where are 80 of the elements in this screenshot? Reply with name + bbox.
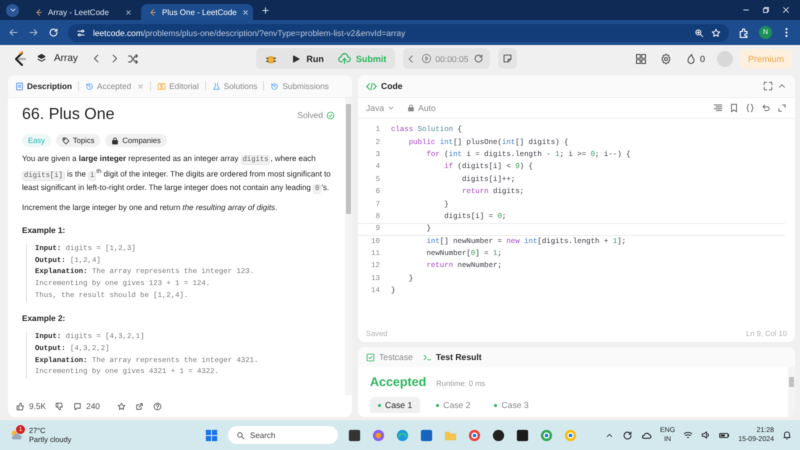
settings-icon[interactable] — [660, 52, 672, 64]
address-bar[interactable]: leetcode.com/problems/plus-one/description/?envType=problem-list-v2&envId=array — [68, 24, 729, 42]
circle-app-icon[interactable] — [539, 428, 554, 442]
tag-icon — [62, 136, 70, 144]
chevron-down-icon — [387, 104, 396, 112]
layout-icon[interactable] — [634, 52, 647, 64]
reset-icon[interactable] — [473, 53, 484, 64]
panel-tab[interactable]: Description — [12, 80, 76, 92]
thumbs-up-icon — [16, 402, 25, 410]
cloud-upload-icon — [338, 52, 351, 65]
chevron-down-icon — [8, 6, 16, 14]
run-button[interactable]: Run — [285, 49, 330, 68]
browser-tab[interactable]: Plus One - LeetCode — [141, 4, 253, 20]
problem-list-icon — [36, 53, 47, 64]
braces-icon[interactable] — [745, 103, 755, 113]
site-settings-icon[interactable] — [76, 28, 86, 38]
search-icon — [236, 430, 245, 440]
sync-icon[interactable] — [622, 430, 634, 440]
share-icon[interactable] — [134, 402, 144, 410]
zoom-icon[interactable] — [694, 28, 704, 38]
oval-app-icon[interactable] — [491, 428, 506, 442]
note-icon — [502, 53, 514, 64]
verdict: Accepted — [370, 375, 426, 389]
bell-icon[interactable] — [782, 430, 792, 440]
case-tab[interactable]: Case 1 — [370, 397, 420, 413]
fullscreen-icon[interactable] — [763, 81, 773, 91]
tab-search-button[interactable] — [6, 4, 19, 16]
wifi-icon[interactable] — [683, 430, 694, 440]
book-icon — [157, 82, 166, 90]
case-tab[interactable]: Case 2 — [428, 397, 478, 413]
problem-title: 66. Plus One — [22, 106, 114, 124]
example-heading: Example 1: — [22, 226, 66, 235]
panel-tab[interactable]: Test Result — [422, 352, 482, 362]
scrollbar[interactable] — [788, 367, 795, 417]
lock-icon — [111, 136, 120, 144]
undo-icon[interactable] — [761, 103, 771, 113]
forward-arrow-icon[interactable] — [28, 27, 39, 38]
checkbox-icon — [366, 352, 375, 362]
expand-icon[interactable] — [777, 103, 787, 113]
comments-button[interactable]: 240 — [73, 401, 100, 411]
case-tab[interactable]: Case 3 — [486, 397, 537, 413]
back-arrow-icon[interactable] — [8, 27, 19, 38]
like-button[interactable]: 9.5K — [16, 401, 46, 411]
browser-tab[interactable]: Array - LeetCode — [27, 4, 139, 20]
speech-bubble-icon — [73, 402, 82, 410]
start-icon[interactable] — [204, 428, 219, 442]
thumbs-down-icon[interactable] — [55, 402, 64, 410]
play-icon — [291, 54, 302, 64]
solved-status: Solved — [297, 110, 323, 120]
puzzle-piece-icon[interactable] — [738, 26, 750, 38]
shuffle-icon[interactable] — [126, 52, 139, 64]
language-dropdown[interactable]: Java — [366, 103, 396, 113]
terminal-icon — [422, 352, 432, 362]
plus-icon[interactable] — [261, 6, 270, 14]
scrollbar[interactable] — [345, 98, 352, 395]
flame-icon — [684, 52, 697, 64]
speaker-icon[interactable] — [701, 430, 712, 440]
help-icon[interactable] — [152, 402, 162, 410]
code-brackets-icon — [366, 80, 377, 92]
streak-counter[interactable]: 0 — [684, 52, 705, 64]
circle-app-icon[interactable] — [563, 428, 578, 442]
format-icon[interactable] — [713, 103, 723, 113]
history-icon — [85, 82, 94, 90]
star-icon[interactable] — [116, 402, 126, 410]
taskbar-search-field[interactable]: Search — [228, 426, 338, 444]
circle-app-icon[interactable] — [467, 428, 482, 442]
notes-button[interactable] — [498, 48, 518, 69]
restore-icon[interactable] — [762, 6, 770, 14]
lock-icon — [407, 104, 416, 112]
play-circle-icon — [421, 53, 432, 64]
example-heading: Example 2: — [22, 314, 66, 324]
problem-list-title[interactable]: Array — [54, 53, 78, 64]
document-icon — [15, 82, 24, 90]
swirl-app-icon[interactable] — [371, 428, 386, 442]
bookmark-icon[interactable] — [729, 103, 739, 113]
panel-title: Code — [381, 81, 404, 91]
flask-icon — [212, 82, 221, 90]
reload-icon[interactable] — [48, 27, 59, 38]
history-icon — [270, 82, 280, 90]
check-circle-icon — [326, 110, 335, 120]
